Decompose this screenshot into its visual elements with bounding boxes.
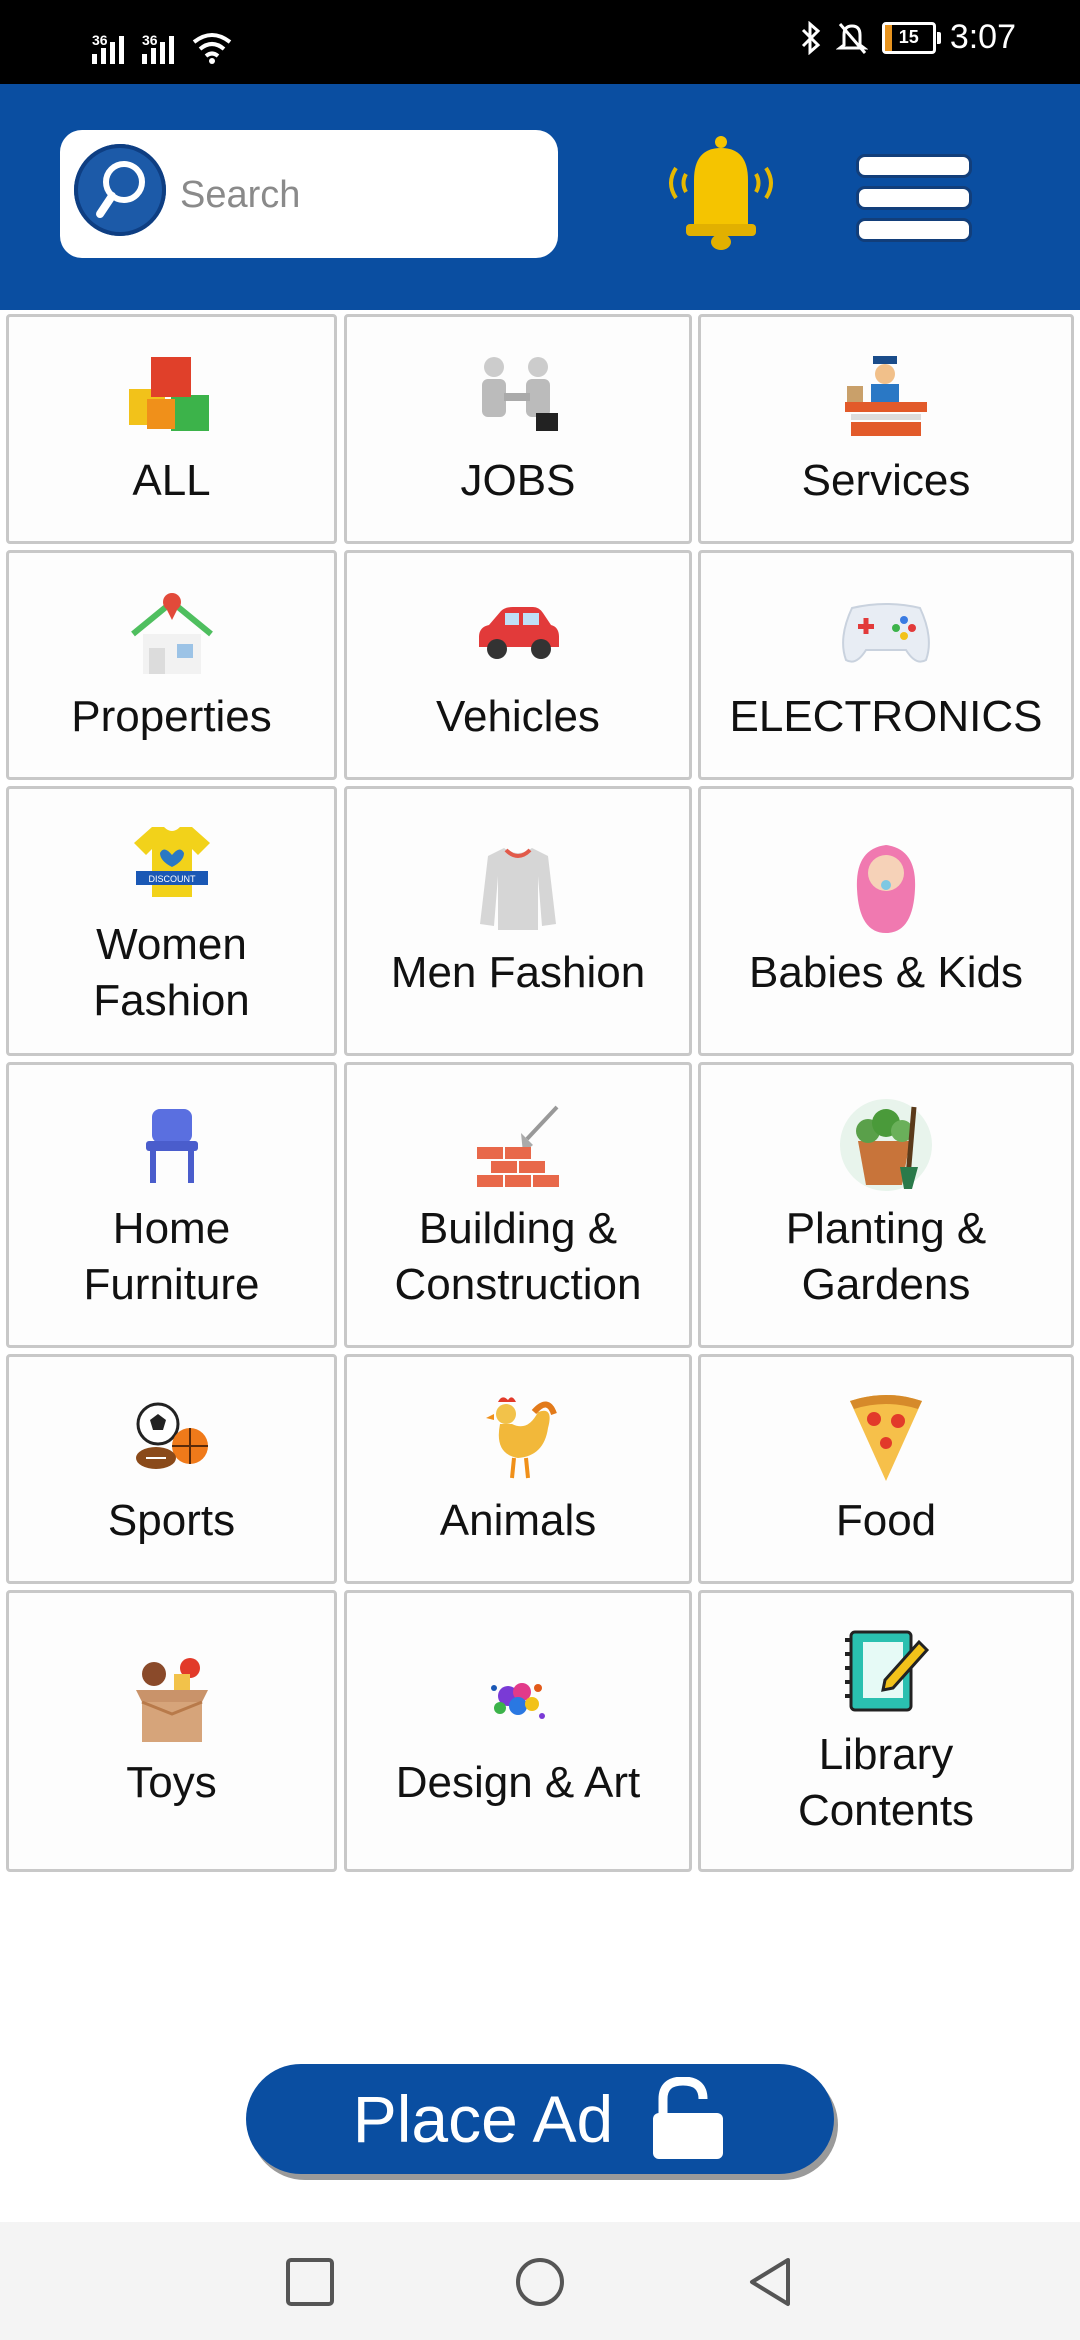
category-men-fashion[interactable]: Men Fashion xyxy=(344,786,692,1056)
category-babies-kids[interactable]: Babies & Kids xyxy=(698,786,1074,1056)
mute-bell-icon xyxy=(835,22,868,54)
balls-icon xyxy=(124,1389,220,1485)
category-label: Vehicles xyxy=(436,692,600,741)
network-type-1: 36 xyxy=(92,32,108,48)
category-label: JOBS xyxy=(460,456,576,505)
category-label: Services xyxy=(801,456,971,505)
service-desk-icon xyxy=(838,349,934,445)
category-electronics[interactable]: ELECTRONICS xyxy=(698,550,1074,780)
sweater-icon xyxy=(470,841,566,937)
handshake-icon xyxy=(470,349,566,445)
boxes-icon xyxy=(124,349,220,445)
category-label: Men Fashion xyxy=(390,948,646,997)
house-icon xyxy=(124,585,220,681)
toy-box-icon xyxy=(124,1651,220,1747)
system-nav-bar xyxy=(0,2222,1080,2340)
category-sports[interactable]: Sports xyxy=(6,1354,337,1584)
category-jobs[interactable]: JOBS xyxy=(344,314,692,544)
chair-icon xyxy=(124,1097,220,1193)
category-building-construction[interactable]: Building & Construction xyxy=(344,1062,692,1348)
category-women-fashion[interactable]: DISCOUNT Women Fashion xyxy=(6,786,337,1056)
notification-bell-icon[interactable] xyxy=(656,128,786,258)
category-home-furniture[interactable]: Home Furniture xyxy=(6,1062,337,1348)
recent-apps-icon[interactable] xyxy=(284,2256,336,2308)
category-label: Building & Construction xyxy=(394,1204,642,1309)
network-type-2: 36 xyxy=(142,32,158,48)
status-bar: 36 36 15 3:07 xyxy=(0,0,1080,84)
place-ad-button[interactable]: Place Ad xyxy=(246,2064,834,2174)
category-design-art[interactable]: Design & Art xyxy=(344,1590,692,1872)
category-label: Planting & Gardens xyxy=(785,1204,987,1309)
category-label: Babies & Kids xyxy=(749,948,1023,997)
home-icon[interactable] xyxy=(514,2256,566,2308)
back-icon[interactable] xyxy=(744,2256,796,2308)
category-label: Women Fashion xyxy=(93,920,250,1025)
category-label: Library Contents xyxy=(797,1730,975,1835)
category-label: Animals xyxy=(439,1496,597,1545)
category-planting-gardens[interactable]: Planting & Gardens xyxy=(698,1062,1074,1348)
bluetooth-icon xyxy=(801,20,821,55)
category-food[interactable]: Food xyxy=(698,1354,1074,1584)
cell-signal-icon-2: 36 xyxy=(142,32,174,64)
category-animals[interactable]: Animals xyxy=(344,1354,692,1584)
tshirt-icon: DISCOUNT xyxy=(124,813,220,909)
category-label: Food xyxy=(835,1496,937,1545)
baby-icon xyxy=(838,841,934,937)
category-label: ALL xyxy=(132,456,211,505)
clock: 3:07 xyxy=(949,18,1016,56)
wifi-icon xyxy=(192,33,232,64)
category-properties[interactable]: Properties xyxy=(6,550,337,780)
gamepad-icon xyxy=(838,585,934,681)
place-ad-label: Place Ad xyxy=(352,2082,614,2156)
notebook-icon xyxy=(838,1623,934,1719)
category-label: Design & Art xyxy=(395,1758,641,1807)
category-label: Properties xyxy=(71,692,272,741)
search-bar[interactable] xyxy=(60,130,558,258)
paint-splash-icon xyxy=(470,1651,566,1747)
svg-text:DISCOUNT: DISCOUNT xyxy=(148,874,196,884)
category-label: Home Furniture xyxy=(83,1204,260,1309)
bricks-icon xyxy=(470,1097,566,1193)
category-library-contents[interactable]: Library Contents xyxy=(698,1590,1074,1872)
cell-signal-icon: 36 xyxy=(92,32,124,64)
app-header xyxy=(0,84,1080,310)
search-icon[interactable] xyxy=(74,144,166,236)
category-toys[interactable]: Toys xyxy=(6,1590,337,1872)
hamburger-menu-icon[interactable] xyxy=(856,154,972,242)
battery-level: 15 xyxy=(898,27,919,47)
unlock-icon xyxy=(653,2077,724,2159)
search-input[interactable] xyxy=(178,160,542,230)
battery-icon: 15 xyxy=(881,21,941,54)
pizza-icon xyxy=(838,1389,934,1485)
category-label: Toys xyxy=(126,1758,217,1807)
car-icon xyxy=(470,585,566,681)
category-label: ELECTRONICS xyxy=(729,692,1043,741)
category-vehicles[interactable]: Vehicles xyxy=(344,550,692,780)
rooster-icon xyxy=(470,1389,566,1485)
plant-pot-icon xyxy=(838,1097,934,1193)
category-services[interactable]: Services xyxy=(698,314,1074,544)
category-label: Sports xyxy=(107,1496,236,1545)
category-all[interactable]: ALL xyxy=(6,314,337,544)
